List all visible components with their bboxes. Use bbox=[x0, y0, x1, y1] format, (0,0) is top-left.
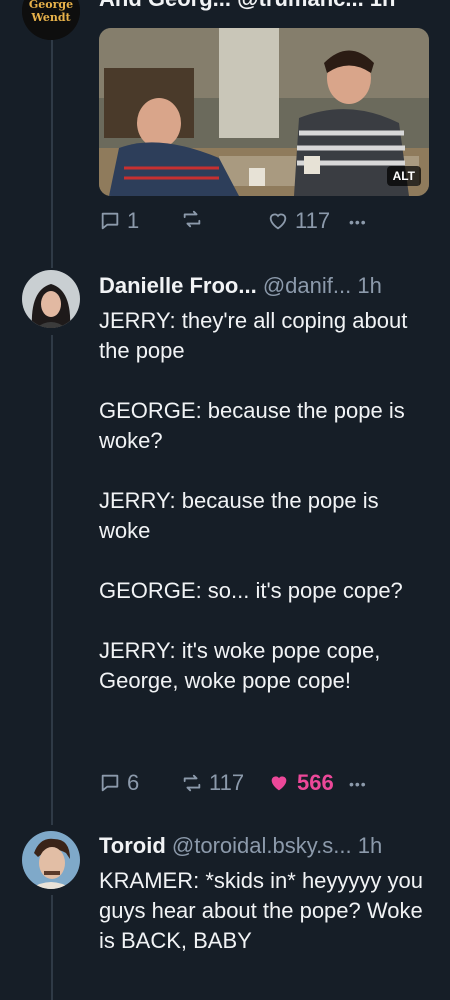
post-3[interactable]: Toroid @toroidal.bsky.s... 1h KRAMER: *s… bbox=[0, 828, 450, 1000]
repost-icon bbox=[183, 210, 201, 228]
post-1[interactable]: George Wendt And And Georg... @trumanc..… bbox=[0, 0, 450, 250]
avatar-image: George Wendt And bbox=[22, 0, 80, 40]
heart-icon bbox=[269, 213, 287, 230]
reply-icon bbox=[101, 212, 119, 230]
author-name[interactable]: Toroid bbox=[99, 833, 166, 858]
avatar-image bbox=[22, 270, 80, 328]
more-options-button[interactable]: ••• bbox=[349, 776, 367, 792]
svg-text:Wendt: Wendt bbox=[30, 11, 71, 24]
reply-count: 6 bbox=[127, 770, 140, 795]
post-time[interactable]: 1h bbox=[358, 833, 382, 858]
repost-count: 117 bbox=[209, 770, 245, 795]
author-name[interactable]: Danielle Froo... bbox=[99, 273, 257, 298]
more-icon: ••• bbox=[349, 214, 367, 230]
like-button[interactable]: 566 bbox=[267, 770, 334, 796]
author-handle[interactable]: @danif... bbox=[263, 273, 351, 298]
svg-text:George: George bbox=[29, 0, 73, 11]
more-options-button[interactable]: ••• bbox=[349, 214, 367, 230]
avatar[interactable] bbox=[22, 831, 80, 889]
reply-button[interactable]: 6 bbox=[99, 770, 139, 796]
repost-icon bbox=[183, 774, 201, 792]
post-text: JERRY: they're all coping about the pope… bbox=[99, 308, 408, 693]
post-header: And Georg... @trumanc... 1h bbox=[99, 0, 432, 12]
avatar-image bbox=[22, 831, 80, 889]
repost-button[interactable] bbox=[181, 208, 209, 230]
post-text: KRAMER: *skids in* heyyyyy you guys hear… bbox=[99, 868, 430, 953]
repost-button[interactable]: 117 bbox=[181, 770, 244, 796]
post-2[interactable]: Danielle Froo... @danif... 1h JERRY: the… bbox=[0, 265, 450, 815]
post-actions: 6 117 566 ••• bbox=[99, 770, 429, 804]
reply-icon bbox=[101, 774, 119, 792]
reply-count: 1 bbox=[127, 208, 140, 233]
post-image[interactable]: ALT bbox=[99, 28, 429, 196]
like-count: 566 bbox=[297, 770, 334, 795]
seinfeld-scene-image bbox=[99, 28, 429, 196]
avatar[interactable]: George Wendt And bbox=[22, 0, 80, 40]
post-actions: 1 117 ••• bbox=[99, 208, 429, 242]
like-button[interactable]: 117 bbox=[267, 208, 330, 234]
reply-button[interactable]: 1 bbox=[99, 208, 139, 234]
avatar[interactable] bbox=[22, 270, 80, 328]
like-count: 117 bbox=[295, 208, 331, 233]
more-icon: ••• bbox=[349, 776, 367, 792]
post-time[interactable]: 1h bbox=[357, 273, 381, 298]
heart-filled-icon bbox=[271, 776, 287, 791]
post-header: Danielle Froo... @danif... 1h bbox=[99, 273, 432, 299]
author-handle[interactable]: @toroidal.bsky.s... bbox=[172, 833, 352, 858]
alt-badge[interactable]: ALT bbox=[386, 166, 421, 186]
post-header: Toroid @toroidal.bsky.s... 1h bbox=[99, 833, 432, 859]
post-header-text: And Georg... @trumanc... 1h bbox=[99, 0, 395, 11]
